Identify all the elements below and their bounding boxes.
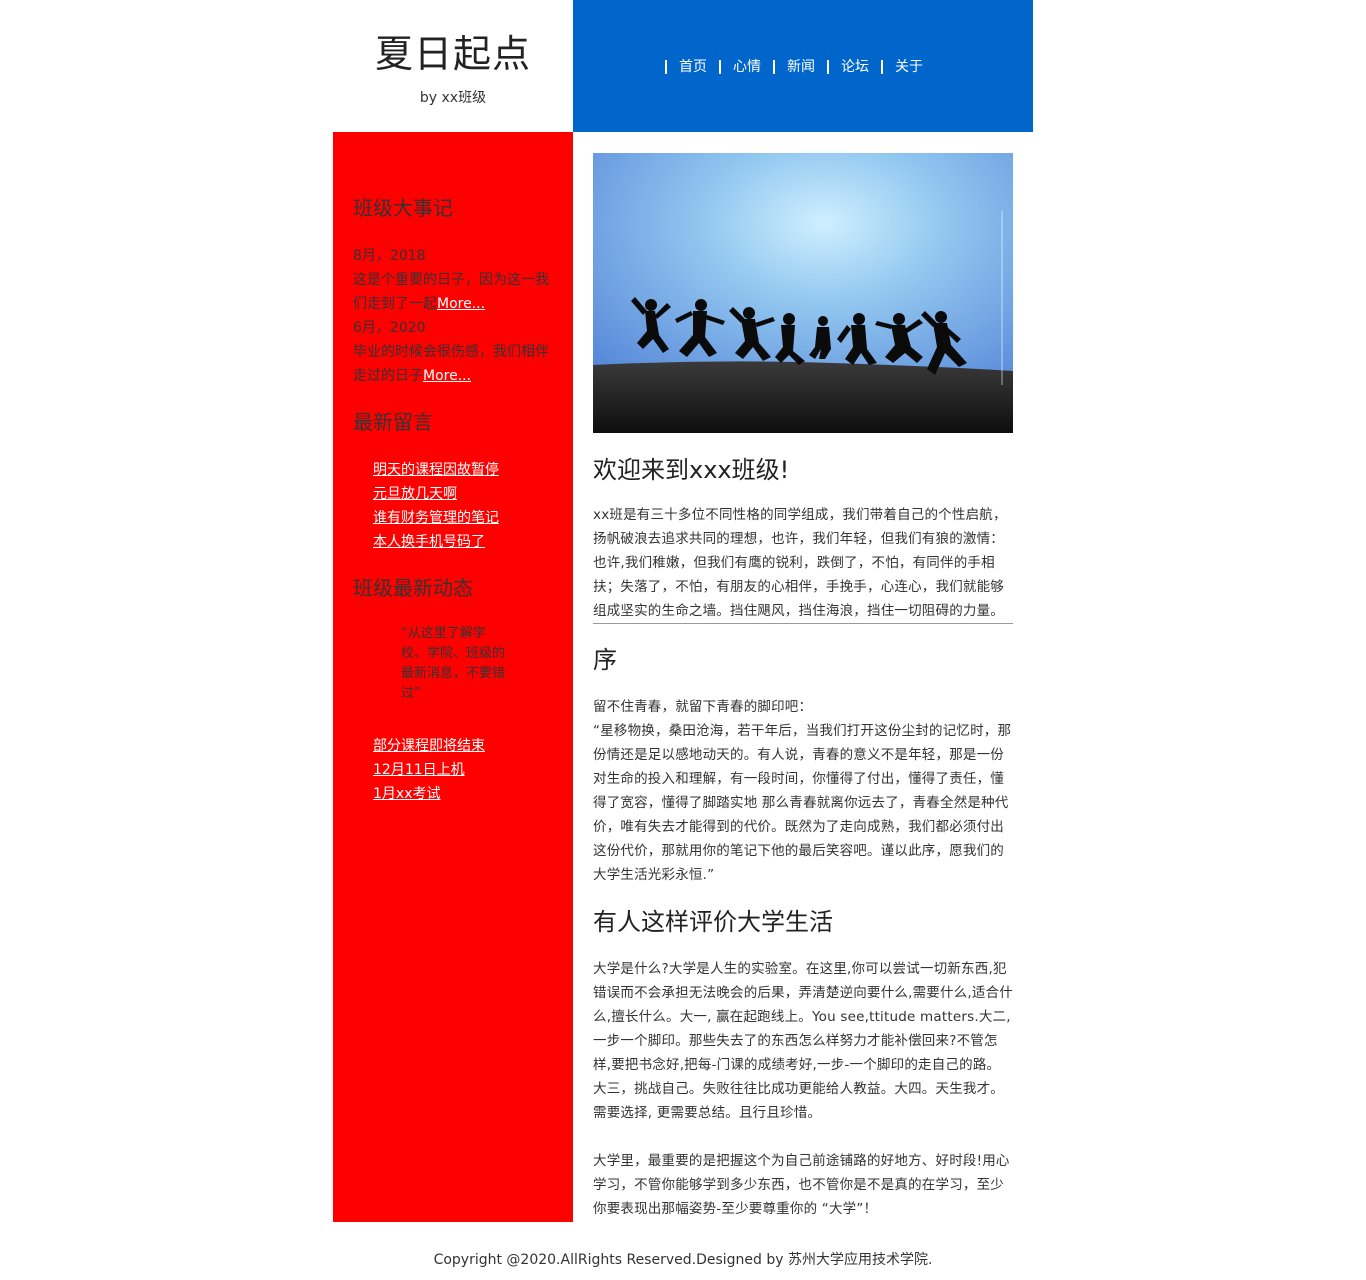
sidebar: 班级大事记 8月，2018 这是个重要的日子，因为这一我们走到了一起More..…: [333, 132, 573, 1222]
welcome-text: xx班是有三十多位不同性格的同学组成，我们带着自己的个性启航，扬帆破浪去追求共同…: [593, 507, 1007, 619]
nav-list: 首页 心情 新闻 论坛 关于: [653, 57, 923, 77]
news-list: 部分课程即将结束 12月11日上机 1月xx考试: [373, 734, 485, 806]
site-title: 夏日起点: [374, 32, 531, 76]
nav-item-news: 新闻: [761, 57, 815, 77]
list-item: 部分课程即将结束: [373, 734, 485, 758]
nav-separator: [881, 60, 883, 74]
nav-link-forum[interactable]: 论坛: [841, 57, 869, 77]
top-nav: 首页 心情 新闻 论坛 关于: [573, 0, 1033, 132]
list-item: 本人换手机号码了: [373, 530, 499, 554]
news-link[interactable]: 部分课程即将结束: [373, 738, 485, 754]
event-text: 这是个重要的日子，因为这一我们走到了一起More...: [353, 268, 558, 316]
preface-text: “星移物换，桑田沧海，若干年后，当我们打开这份尘封的记忆时，那份情还是足以感地动…: [593, 723, 1012, 883]
nav-link-home[interactable]: 首页: [679, 57, 707, 77]
message-link[interactable]: 元旦放几天啊: [373, 486, 457, 502]
nav-item-about: 关于: [869, 57, 923, 77]
hero-photo-jumping-friends: [593, 153, 1013, 433]
preface-lead: 留不住青春，就留下青春的脚印吧：: [593, 699, 813, 715]
list-item: 谁有财务管理的笔记: [373, 506, 499, 530]
messages-list: 明天的课程因故暂停 元旦放几天啊 谁有财务管理的笔记 本人换手机号码了: [373, 458, 499, 554]
nav-link-mood[interactable]: 心情: [733, 57, 761, 77]
site-byline: by xx班级: [419, 90, 487, 106]
nav-separator: [773, 60, 775, 74]
welcome-title: 欢迎来到xxx班级!: [593, 456, 790, 484]
nav-item-forum: 论坛: [815, 57, 869, 77]
nav-separator: [827, 60, 829, 74]
list-item: 元旦放几天啊: [373, 482, 499, 506]
messages-heading: 最新留言: [353, 410, 433, 434]
nav-link-news[interactable]: 新闻: [787, 57, 815, 77]
site-brand: 夏日起点 by xx班级: [333, 0, 573, 132]
news-link[interactable]: 1月xx考试: [373, 786, 440, 802]
message-link[interactable]: 谁有财务管理的笔记: [373, 510, 499, 526]
event-date: 8月，2018: [353, 248, 426, 264]
list-item: 12月11日上机: [373, 758, 485, 782]
list-item: 1月xx考试: [373, 782, 485, 806]
list-item: 明天的课程因故暂停: [373, 458, 499, 482]
event-more-link[interactable]: More...: [423, 368, 471, 384]
news-link[interactable]: 12月11日上机: [373, 762, 465, 778]
event-date: 6月，2020: [353, 320, 426, 336]
nav-separator: [719, 60, 721, 74]
page-container: 夏日起点 by xx班级 首页 心情 新闻 论坛 关于 班级大事记 8月，201…: [333, 0, 1033, 1222]
nav-item-home: 首页: [653, 57, 707, 77]
review-paragraph: 大学是什么?大学是人生的实验室。在这里,你可以尝试一切新东西,犯错误而不会承担无…: [593, 961, 1013, 1121]
news-quote: “从这里了解学校、学院、班级的最新消息，不要错过”: [401, 626, 506, 701]
events-heading: 班级大事记: [353, 196, 453, 220]
review-title: 有人这样评价大学生活: [593, 908, 833, 936]
message-link[interactable]: 明天的课程因故暂停: [373, 462, 499, 478]
event-text: 毕业的时候会很伤感，我们相伴走过的日子More...: [353, 340, 558, 388]
preface-title: 序: [593, 646, 617, 674]
review-paragraph: 大学里，最重要的是把握这个为自己前途铺路的好地方、好时段!用心学习，不管你能够学…: [593, 1153, 1010, 1217]
news-heading: 班级最新动态: [353, 576, 473, 600]
footer-copyright: Copyright @2020.AllRights Reserved.Desig…: [433, 1252, 933, 1268]
nav-separator: [665, 60, 667, 74]
section-divider: [593, 623, 1013, 624]
nav-link-about[interactable]: 关于: [895, 57, 923, 77]
hero-image: [593, 153, 1013, 433]
nav-item-mood: 心情: [707, 57, 761, 77]
event-more-link[interactable]: More...: [437, 296, 485, 312]
message-link[interactable]: 本人换手机号码了: [373, 534, 485, 550]
